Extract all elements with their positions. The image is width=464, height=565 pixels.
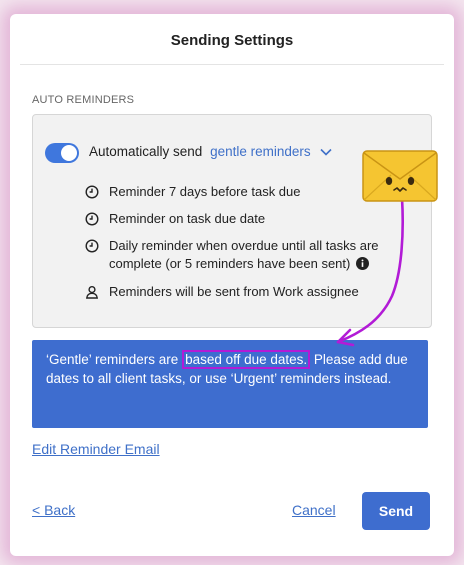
reminder-type-dropdown[interactable]: gentle reminders (210, 144, 332, 159)
reminder-item: Reminders will be sent from Work assigne… (85, 283, 399, 301)
reminder-item: Reminder on task due date (85, 210, 399, 228)
reminder-item-text: Reminders will be sent from Work assigne… (109, 284, 359, 299)
edit-reminder-email-link[interactable]: Edit Reminder Email (32, 441, 160, 457)
reminder-item-text: Reminder 7 days before task due (109, 184, 301, 199)
reminder-item: Daily reminder when overdue until all ta… (85, 237, 399, 273)
cancel-link[interactable]: Cancel (292, 502, 336, 518)
auto-reminders-panel: Automatically send gentle reminders Remi… (32, 114, 432, 328)
reminder-type-value: gentle reminders (210, 144, 311, 159)
clock-icon (85, 185, 99, 199)
toggle-knob (61, 145, 77, 161)
chevron-down-icon (320, 149, 332, 157)
auto-send-toggle[interactable] (45, 143, 79, 163)
back-link[interactable]: < Back (32, 502, 75, 518)
highlighted-phrase: based off due dates. (182, 350, 311, 369)
info-icon[interactable] (356, 257, 370, 270)
auto-send-row: Automatically send gentle reminders (89, 144, 332, 159)
auto-send-label: Automatically send (89, 144, 203, 159)
sending-settings-dialog: Sending Settings AUTO REMINDERS Automati… (20, 20, 444, 544)
banner-text-start: ‘Gentle’ reminders are (46, 352, 183, 367)
clock-icon (85, 212, 99, 226)
gentle-reminders-banner: ‘Gentle’ reminders are based off due dat… (32, 340, 428, 428)
dialog-title: Sending Settings (20, 20, 444, 65)
person-icon (86, 285, 98, 299)
clock-icon (85, 239, 99, 253)
reminder-item-text: Daily reminder when overdue until all ta… (109, 238, 379, 271)
send-button[interactable]: Send (362, 492, 430, 530)
reminder-item-text: Reminder on task due date (109, 211, 266, 226)
envelope-emoji-icon (362, 150, 438, 202)
section-label-auto-reminders: AUTO REMINDERS (32, 94, 135, 106)
reminder-item: Reminder 7 days before task due (85, 183, 399, 201)
